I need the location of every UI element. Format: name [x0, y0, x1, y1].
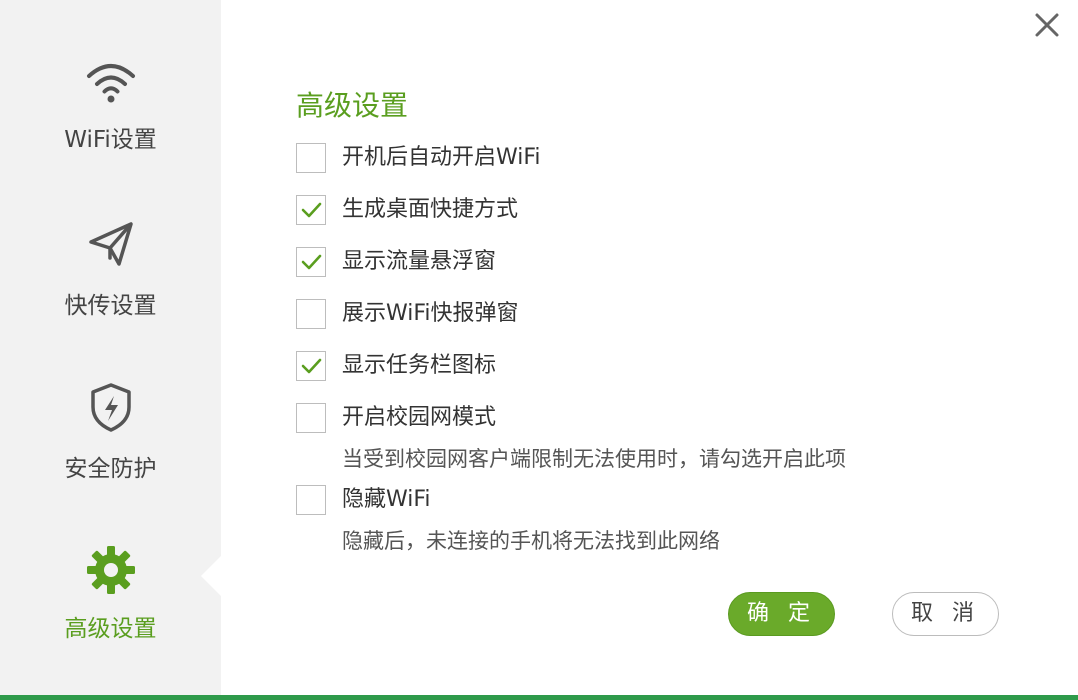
checkbox[interactable]	[296, 195, 326, 225]
checkbox[interactable]	[296, 351, 326, 381]
sidebar-item-label: 安全防护	[64, 456, 157, 482]
sidebar-item-transfer-settings[interactable]: 快传设置	[0, 200, 221, 350]
option-label: 开机后自动开启WiFi	[342, 145, 541, 170]
option-label: 显示流量悬浮窗	[342, 249, 497, 274]
sidebar-item-wifi-settings[interactable]: WiFi设置	[0, 40, 221, 190]
checkbox[interactable]	[296, 299, 326, 329]
sidebar-item-label: 快传设置	[64, 293, 157, 319]
sidebar-item-security[interactable]: 安全防护	[0, 365, 221, 515]
close-icon	[1035, 13, 1059, 37]
shield-bolt-icon	[81, 377, 141, 437]
option-label: 开启校园网模式	[342, 405, 497, 430]
option-label: 展示WiFi快报弹窗	[342, 301, 519, 326]
bottom-accent-bar	[0, 695, 1078, 700]
close-button[interactable]	[1028, 6, 1066, 44]
page-title: 高级设置	[296, 89, 409, 122]
active-item-pointer	[201, 556, 221, 596]
checkbox[interactable]	[296, 247, 326, 277]
confirm-button[interactable]: 确 定	[728, 592, 835, 636]
settings-window: WiFi设置 快传设置 安全防护 高级设置 高级设置 开机后自动开启WiFi 生…	[0, 0, 1078, 700]
checkmark-icon	[301, 254, 322, 270]
wifi-icon	[81, 52, 141, 112]
option-label: 显示任务栏图标	[342, 353, 497, 378]
checkmark-icon	[301, 358, 322, 374]
sidebar: WiFi设置 快传设置 安全防护 高级设置	[0, 0, 221, 695]
option-label: 生成桌面快捷方式	[342, 197, 519, 222]
sidebar-item-label: WiFi设置	[64, 127, 157, 153]
checkmark-icon	[301, 202, 322, 218]
sidebar-item-advanced-settings[interactable]: 高级设置	[0, 525, 221, 675]
option-label: 隐藏WiFi	[342, 487, 431, 512]
sidebar-item-label: 高级设置	[64, 616, 157, 642]
checkbox[interactable]	[296, 403, 326, 433]
cancel-button[interactable]: 取 消	[892, 592, 999, 636]
option-hint: 隐藏后，未连接的手机将无法找到此网络	[342, 529, 720, 553]
option-hint: 当受到校园网客户端限制无法使用时，请勾选开启此项	[342, 447, 846, 471]
checkbox[interactable]	[296, 143, 326, 173]
checkbox[interactable]	[296, 485, 326, 515]
paper-plane-icon	[81, 212, 141, 272]
gear-icon	[81, 540, 141, 600]
